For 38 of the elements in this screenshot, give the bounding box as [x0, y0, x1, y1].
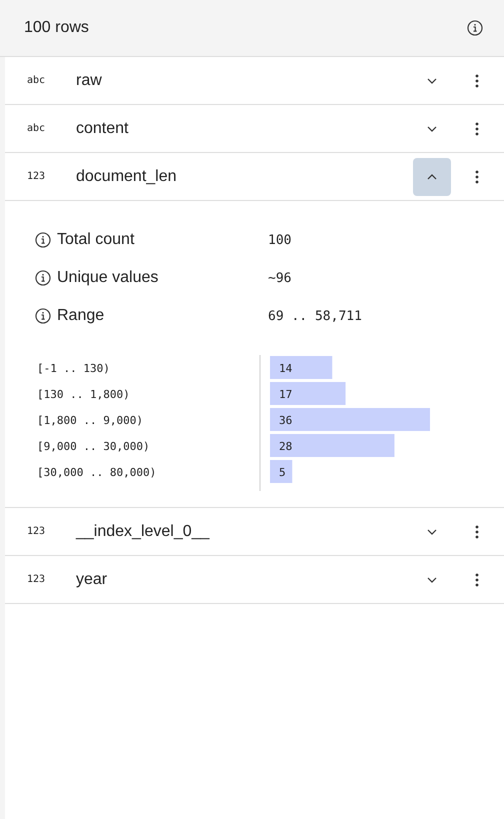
column-name: year: [76, 570, 108, 588]
histogram-bar: [270, 460, 292, 483]
stat-label: Total count: [57, 231, 134, 249]
column-name: document_len: [76, 168, 178, 186]
type-label: 123: [27, 526, 46, 537]
stat-value: ~96: [268, 270, 292, 286]
kebab-menu-icon: [475, 170, 479, 184]
column-name: content: [76, 120, 130, 138]
info-icon[interactable]: [467, 20, 483, 36]
bin-label: [1,800 .. 9,000): [37, 414, 143, 427]
bin-label: [30,000 .. 80,000): [37, 466, 156, 479]
bar-count: 5: [279, 466, 286, 479]
row-count: 100 rows: [24, 19, 89, 37]
info-icon[interactable]: [35, 232, 51, 248]
type-label: abc: [27, 123, 46, 134]
stat-label: Unique values: [57, 269, 158, 287]
kebab-menu-icon: [475, 572, 479, 586]
bar-count: 36: [279, 414, 292, 427]
bar-count: 17: [279, 388, 292, 401]
bin-label: [130 .. 1,800): [37, 388, 130, 401]
kebab-menu-icon: [475, 74, 479, 88]
bin-label: [-1 .. 130): [37, 362, 110, 375]
type-label: 123: [27, 171, 46, 182]
info-icon[interactable]: [35, 270, 51, 286]
kebab-menu-icon: [475, 524, 479, 538]
column-name: raw: [76, 72, 103, 90]
type-label: abc: [27, 75, 46, 86]
kebab-menu-icon: [475, 122, 479, 136]
info-icon[interactable]: [35, 308, 51, 324]
stat-value: 100: [268, 232, 292, 248]
stat-value: 69 .. 58,711: [268, 308, 362, 324]
bar-count: 28: [279, 440, 292, 453]
stat-label: Range: [57, 307, 104, 325]
column-name: __index_level_0__: [76, 522, 210, 540]
type-label: 123: [27, 574, 46, 585]
histogram-bar: [270, 356, 332, 379]
bar-count: 14: [279, 362, 292, 375]
bin-label: [9,000 .. 30,000): [37, 440, 150, 453]
